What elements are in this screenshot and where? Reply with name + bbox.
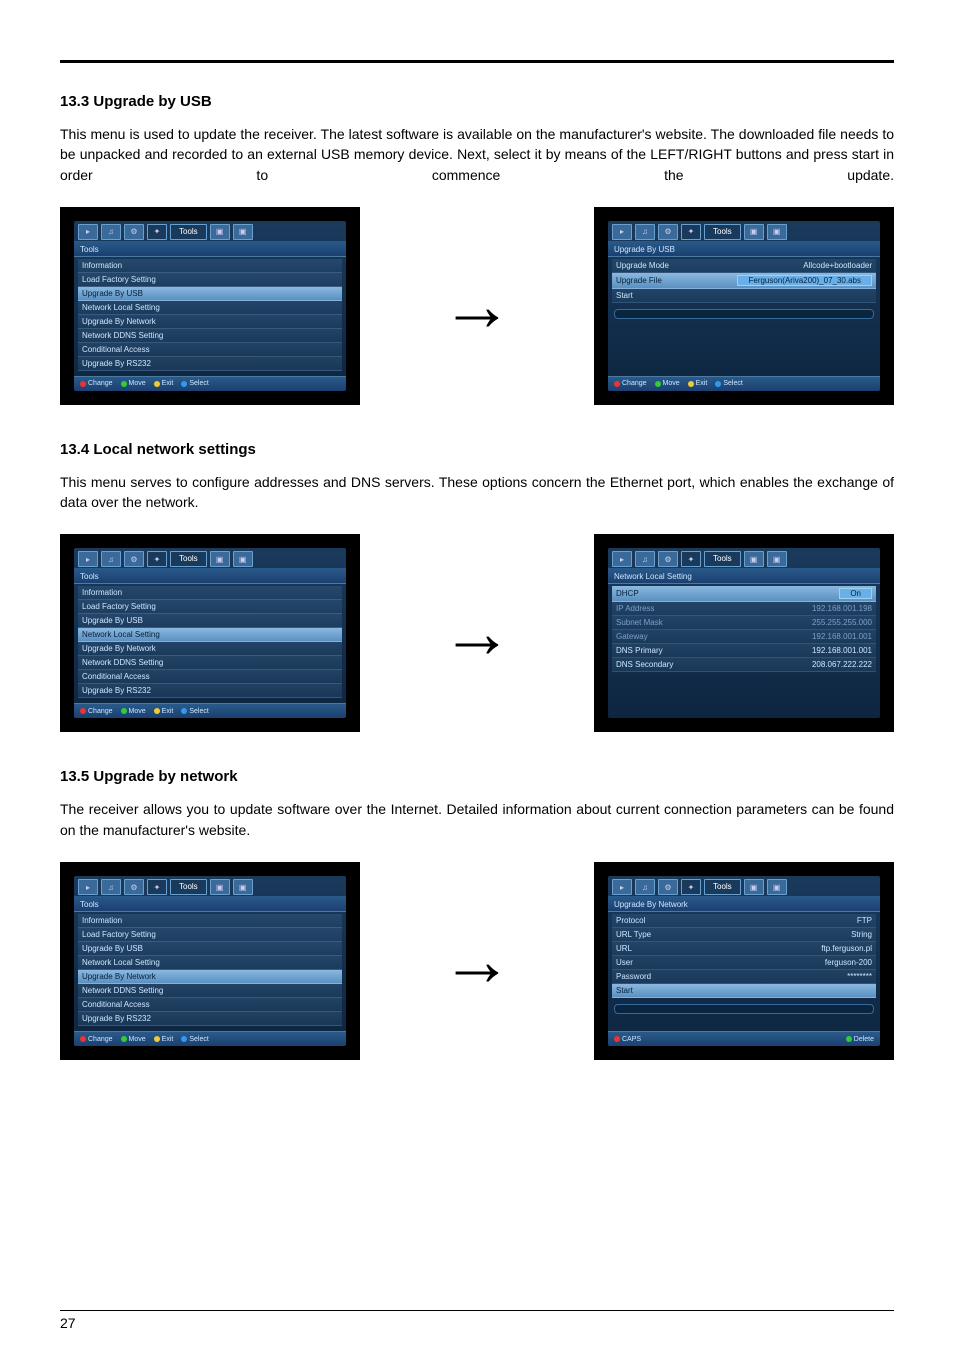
tabicon-2: ♫	[101, 224, 121, 240]
menu-item[interactable]: Upgrade By USB	[78, 614, 342, 628]
menu-item[interactable]: Network Local Setting	[78, 628, 342, 642]
arrow-icon: →	[441, 597, 513, 669]
setting-row[interactable]: URLftp.ferguson.pl	[612, 942, 876, 956]
setting-row[interactable]: Userferguson-200	[612, 956, 876, 970]
menu-item[interactable]: Network DDNS Setting	[78, 656, 342, 670]
setting-row[interactable]: Start	[612, 984, 876, 998]
footer-bar: Change Move Exit Select	[74, 376, 346, 391]
menu-item[interactable]: Upgrade By RS232	[78, 357, 342, 371]
setting-row[interactable]: Upgrade ModeAllcode+bootloader	[612, 259, 876, 273]
menu-item[interactable]: Network DDNS Setting	[78, 329, 342, 343]
menu-item[interactable]: Network Local Setting	[78, 301, 342, 315]
setting-row[interactable]: Subnet Mask255.255.255.000	[612, 616, 876, 630]
menu-item[interactable]: Conditional Access	[78, 998, 342, 1012]
menu-item[interactable]: Load Factory Setting	[78, 928, 342, 942]
screenshot-tools-menu-net: ▸♫⚙✦ Tools ▣▣ Tools InformationLoad Fact…	[60, 534, 360, 732]
menu-item[interactable]: Upgrade By Network	[78, 970, 342, 984]
progress-bar: 0%	[614, 309, 874, 319]
screenshot-upgrade-by-usb: ▸♫⚙✦ Tools ▣▣ Upgrade By USB Upgrade Mod…	[594, 207, 894, 405]
menu-item[interactable]: Network Local Setting	[78, 956, 342, 970]
menu-item[interactable]: Upgrade By RS232	[78, 1012, 342, 1026]
tab-strip: ▸ ♫ ⚙ ✦ Tools ▣ ▣	[74, 221, 346, 241]
tabicon-4: ✦	[147, 224, 167, 240]
tabicon-3: ⚙	[124, 224, 144, 240]
heading-13-3: 13.3 Upgrade by USB	[60, 93, 894, 110]
figure-row-13-3: ▸ ♫ ⚙ ✦ Tools ▣ ▣ Tools InformationLoad …	[60, 207, 894, 405]
setting-row[interactable]: Gateway192.168.001.001	[612, 630, 876, 644]
menu-item[interactable]: Information	[78, 259, 342, 273]
screenshot-upgrade-by-network: ▸♫⚙✦ Tools ▣▣ Upgrade By Network Protoco…	[594, 862, 894, 1060]
menu-item[interactable]: Upgrade By USB	[78, 942, 342, 956]
heading-13-5: 13.5 Upgrade by network	[60, 768, 894, 785]
setting-row[interactable]: DHCPOn	[612, 586, 876, 602]
tabicon-5: ▣	[210, 224, 230, 240]
page-number: 27	[60, 1310, 894, 1331]
setting-row[interactable]: Upgrade FileFerguson(Ariva200)_07_30.abs	[612, 273, 876, 289]
setting-row[interactable]: Start	[612, 289, 876, 303]
kv-list: Upgrade ModeAllcode+bootloaderUpgrade Fi…	[608, 257, 880, 305]
menu-title: Upgrade By USB	[608, 241, 880, 257]
screenshot-tools-menu-usb: ▸ ♫ ⚙ ✦ Tools ▣ ▣ Tools InformationLoad …	[60, 207, 360, 405]
setting-row[interactable]: Password********	[612, 970, 876, 984]
arrow-icon: →	[441, 270, 513, 342]
menu-list: InformationLoad Factory SettingUpgrade B…	[74, 257, 346, 373]
menu-item[interactable]: Information	[78, 586, 342, 600]
menu-item[interactable]: Upgrade By RS232	[78, 684, 342, 698]
setting-row[interactable]: URL TypeString	[612, 928, 876, 942]
tabicon-1: ▸	[78, 224, 98, 240]
menu-item[interactable]: Conditional Access	[78, 343, 342, 357]
top-rule	[60, 60, 894, 63]
arrow-icon: →	[441, 925, 513, 997]
setting-row[interactable]: DNS Secondary208.067.222.222	[612, 658, 876, 672]
setting-row[interactable]: DNS Primary192.168.001.001	[612, 644, 876, 658]
setting-row[interactable]: IP Address192.168.001.198	[612, 602, 876, 616]
tabicon-6: ▣	[233, 224, 253, 240]
menu-item[interactable]: Load Factory Setting	[78, 273, 342, 287]
heading-13-4: 13.4 Local network settings	[60, 441, 894, 458]
menu-item[interactable]: Conditional Access	[78, 670, 342, 684]
screenshot-network-local-setting: ▸♫⚙✦ Tools ▣▣ Network Local Setting DHCP…	[594, 534, 894, 732]
body-13-4: This menu serves to configure addresses …	[60, 472, 894, 513]
body-13-3: This menu is used to update the receiver…	[60, 124, 894, 185]
menu-item[interactable]: Upgrade By Network	[78, 315, 342, 329]
figure-row-13-4: ▸♫⚙✦ Tools ▣▣ Tools InformationLoad Fact…	[60, 534, 894, 732]
menu-item[interactable]: Network DDNS Setting	[78, 984, 342, 998]
tab-active-label: Tools	[170, 224, 207, 240]
menu-item[interactable]: Upgrade By Network	[78, 642, 342, 656]
menu-title: Tools	[74, 241, 346, 257]
menu-item[interactable]: Information	[78, 914, 342, 928]
body-13-5: The receiver allows you to update softwa…	[60, 799, 894, 840]
menu-item[interactable]: Upgrade By USB	[78, 287, 342, 301]
menu-item[interactable]: Load Factory Setting	[78, 600, 342, 614]
screenshot-tools-menu-upgrade-net: ▸♫⚙✦ Tools ▣▣ Tools InformationLoad Fact…	[60, 862, 360, 1060]
setting-row[interactable]: ProtocolFTP	[612, 914, 876, 928]
figure-row-13-5: ▸♫⚙✦ Tools ▣▣ Tools InformationLoad Fact…	[60, 862, 894, 1060]
progress-bar: 0%	[614, 1004, 874, 1014]
